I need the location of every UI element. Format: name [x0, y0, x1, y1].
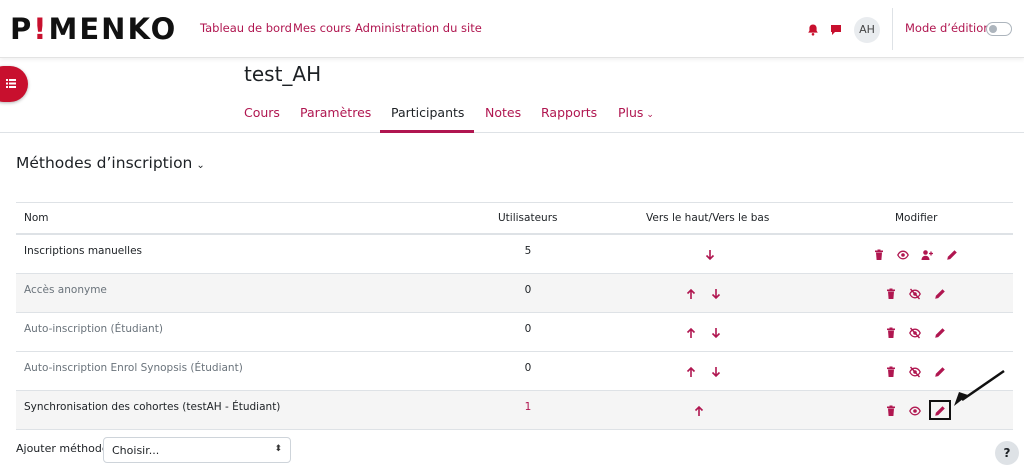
method-name: Auto-inscription (Étudiant)	[24, 323, 163, 335]
table-row: Accès anonyme 0	[16, 274, 1013, 313]
list-icon	[6, 79, 16, 88]
edit-icon[interactable]	[934, 366, 946, 378]
chevron-down-icon: ⌄	[196, 160, 205, 171]
method-name: Accès anonyme	[24, 284, 107, 296]
toggle-knob	[989, 25, 997, 33]
enrol-users-icon[interactable]	[921, 249, 933, 261]
header-move: Vers le haut/Vers le bas	[646, 212, 770, 224]
highlight-box-annotation	[929, 400, 951, 420]
table-header: Nom Utilisateurs Vers le haut/Vers le ba…	[16, 202, 1013, 235]
tab-grades[interactable]: Notes	[485, 105, 521, 120]
trash-icon[interactable]	[885, 327, 897, 339]
navbar-divider	[892, 8, 893, 50]
edit-icon[interactable]	[934, 288, 946, 300]
trash-icon[interactable]	[885, 366, 897, 378]
select-arrows-icon: ⬍	[274, 444, 282, 454]
site-logo[interactable]: P!MENKO	[10, 12, 177, 46]
users-count: 0	[524, 284, 532, 296]
messages-icon[interactable]	[829, 22, 843, 36]
eye-icon[interactable]	[897, 249, 909, 261]
add-method-select[interactable]: Choisir... ⬍	[103, 437, 291, 463]
eye-slash-icon[interactable]	[909, 366, 921, 378]
add-method-label: Ajouter méthode	[16, 442, 109, 455]
edit-mode-label: Mode d’édition	[905, 21, 991, 35]
chevron-down-icon: ⌄	[643, 110, 654, 120]
arrow-down-icon[interactable]	[710, 288, 722, 300]
user-avatar[interactable]: AH	[854, 17, 880, 43]
tab-participants[interactable]: Participants	[391, 105, 464, 120]
method-name: Inscriptions manuelles	[24, 245, 143, 257]
trash-icon[interactable]	[873, 249, 885, 261]
eye-slash-icon[interactable]	[909, 288, 921, 300]
arrow-down-icon[interactable]	[710, 366, 722, 378]
annotation-arrow-icon	[954, 369, 1005, 406]
arrow-up-icon[interactable]	[685, 327, 697, 339]
trash-icon[interactable]	[885, 405, 897, 417]
active-tab-indicator	[380, 130, 474, 133]
tab-course[interactable]: Cours	[244, 105, 280, 120]
course-title: test_AH	[244, 62, 322, 86]
tab-more[interactable]: Plus ⌄	[618, 105, 654, 120]
notification-bell-icon[interactable]	[806, 22, 820, 36]
users-count: 0	[524, 362, 532, 374]
eye-slash-icon[interactable]	[909, 327, 921, 339]
edit-icon[interactable]	[946, 249, 958, 261]
nav-link-my-courses[interactable]: Mes cours	[293, 21, 351, 35]
arrow-down-icon[interactable]	[704, 249, 716, 261]
edit-icon[interactable]	[934, 327, 946, 339]
header-name: Nom	[24, 212, 49, 224]
nav-link-site-admin[interactable]: Administration du site	[355, 21, 482, 35]
users-count-link[interactable]: 1	[522, 401, 534, 413]
users-count: 0	[524, 323, 532, 335]
arrow-up-icon[interactable]	[685, 366, 697, 378]
table-row: Auto-inscription (Étudiant) 0	[16, 313, 1013, 352]
arrow-up-icon[interactable]	[685, 288, 697, 300]
table-row: Synchronisation des cohortes (testAH - É…	[16, 391, 1013, 430]
tab-settings[interactable]: Paramètres	[300, 105, 371, 120]
table-row: Auto-inscription Enrol Synopsis (Étudian…	[16, 352, 1013, 391]
tab-reports[interactable]: Rapports	[541, 105, 597, 120]
header-edit: Modifier	[895, 212, 938, 224]
enrolment-methods-table: Nom Utilisateurs Vers le haut/Vers le ba…	[16, 202, 1013, 430]
nav-link-dashboard[interactable]: Tableau de bord	[200, 21, 292, 35]
arrow-down-icon[interactable]	[710, 327, 722, 339]
header-users: Utilisateurs	[498, 212, 558, 224]
help-button[interactable]: ?	[995, 441, 1019, 465]
select-value: Choisir...	[112, 444, 160, 457]
edit-mode-toggle[interactable]	[986, 22, 1012, 36]
top-navbar: P!MENKO Tableau de bord Mes cours Admini…	[0, 0, 1024, 58]
arrow-up-icon[interactable]	[693, 405, 705, 417]
table-row: Inscriptions manuelles 5	[16, 235, 1013, 274]
eye-icon[interactable]	[909, 405, 921, 417]
trash-icon[interactable]	[885, 288, 897, 300]
method-name: Synchronisation des cohortes (testAH - É…	[24, 401, 281, 413]
users-count: 5	[524, 245, 532, 257]
course-secondary-nav: Cours Paramètres Participants Notes Rapp…	[0, 93, 1024, 133]
page-title[interactable]: Méthodes d’inscription ⌄	[16, 154, 205, 172]
method-name: Auto-inscription Enrol Synopsis (Étudian…	[24, 362, 243, 374]
